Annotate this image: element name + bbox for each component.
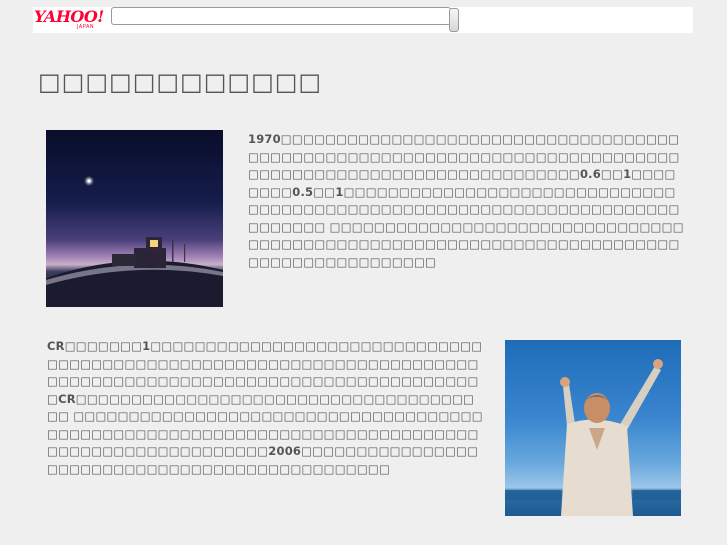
search-header: YAHOO! JAPAN xyxy=(33,7,693,33)
page-title: □□□□□□□□□□□□ xyxy=(38,68,323,96)
night-sky-photo xyxy=(46,130,223,307)
night-sky-illustration xyxy=(46,176,223,307)
article-2-text: CR□□□□□□□1□□□□□□□□□□□□□□□□□□□□□□□□□□□□□□… xyxy=(47,339,483,476)
yahoo-japan-logo[interactable]: YAHOO! JAPAN xyxy=(33,7,109,33)
man-raising-arms-photo xyxy=(505,340,681,516)
search-input[interactable] xyxy=(111,7,451,25)
search-button[interactable] xyxy=(449,8,459,32)
man-illustration xyxy=(505,359,681,516)
page: YAHOO! JAPAN □□□□□□□□□□□□ 1970□□□□□□□□□□… xyxy=(0,0,727,545)
article-1-text: 1970□□□□□□□□□□□□□□□□□□□□□□□□□□□□□□□□□□□□… xyxy=(248,132,684,269)
article-2: CR□□□□□□□1□□□□□□□□□□□□□□□□□□□□□□□□□□□□□□… xyxy=(47,338,485,478)
article-1: 1970□□□□□□□□□□□□□□□□□□□□□□□□□□□□□□□□□□□□… xyxy=(248,131,686,271)
logo-subtext: JAPAN xyxy=(77,24,95,30)
